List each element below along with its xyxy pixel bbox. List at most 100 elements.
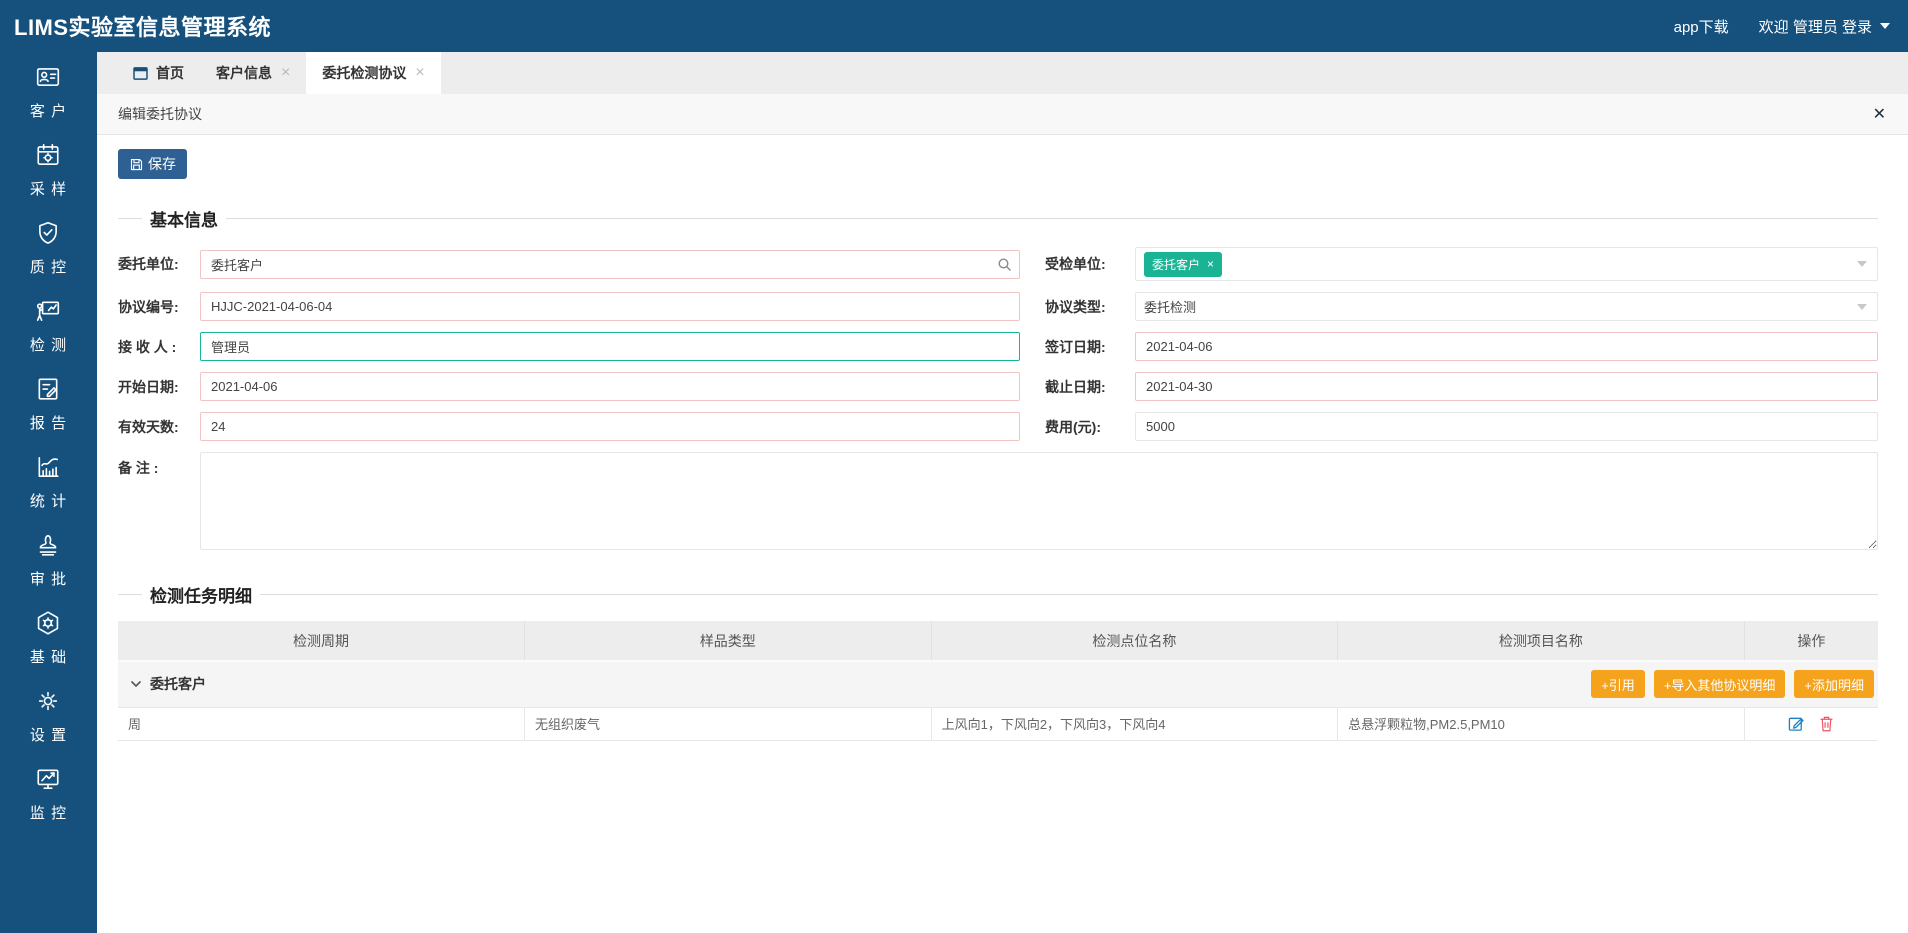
- column-header-point-names: 检测点位名称: [931, 621, 1338, 661]
- sidebar-item-label: 统 计: [30, 490, 67, 511]
- sidebar-item-label: 监 控: [30, 802, 67, 823]
- tab-close-icon[interactable]: ×: [415, 64, 424, 82]
- delete-icon[interactable]: [1818, 715, 1835, 732]
- sidebar-item-label: 报 告: [30, 412, 67, 433]
- agreement-no-input[interactable]: [200, 292, 1020, 321]
- section-basic-info: 基本信息: [118, 206, 1878, 231]
- sidebar-item-label: 设 置: [30, 724, 67, 745]
- testing-monitor-icon: [35, 298, 61, 329]
- sidebar: 客 户 采 样 质 控 检 测 报 告 统 计 审 批 基 础: [0, 52, 97, 933]
- start-date-input[interactable]: [200, 372, 1020, 401]
- sign-date-label: 签订日期:: [1045, 337, 1135, 357]
- floppy-icon: [129, 157, 144, 172]
- quality-shield-icon: [35, 220, 61, 251]
- client-unit-label: 委托单位:: [118, 254, 200, 274]
- end-date-input[interactable]: [1135, 372, 1878, 401]
- cell-point-names: 上风向1，下风向2，下风向3，下风向4: [931, 707, 1338, 740]
- receiver-input[interactable]: [200, 332, 1020, 361]
- sidebar-item-label: 检 测: [30, 334, 67, 355]
- start-date-label: 开始日期:: [118, 377, 200, 397]
- quote-button[interactable]: +引用: [1591, 670, 1645, 698]
- tab-label: 客户信息: [216, 63, 272, 83]
- dropdown-arrow-icon: [1857, 304, 1867, 315]
- client-unit-field: [200, 250, 1020, 279]
- tab-label: 委托检测协议: [322, 63, 406, 83]
- sidebar-item-testing[interactable]: 检 测: [30, 298, 67, 355]
- column-header-operations: 操作: [1744, 621, 1878, 661]
- column-header-sample-type: 样品类型: [525, 621, 932, 661]
- sidebar-item-label: 审 批: [30, 568, 67, 589]
- sidebar-item-settings[interactable]: 设 置: [30, 688, 67, 745]
- fee-input[interactable]: [1135, 412, 1878, 441]
- tab-home[interactable]: 首页: [117, 52, 200, 94]
- fee-field: [1135, 412, 1878, 441]
- remark-textarea[interactable]: [200, 452, 1878, 550]
- import-other-agreement-button[interactable]: +导入其他协议明细: [1654, 670, 1786, 698]
- caret-down-icon: [1880, 23, 1890, 34]
- agreement-no-field: [200, 292, 1020, 321]
- valid-days-input[interactable]: [200, 412, 1020, 441]
- sidebar-item-monitoring[interactable]: 监 控: [30, 766, 67, 823]
- sidebar-item-report[interactable]: 报 告: [30, 376, 67, 433]
- sidebar-item-basic[interactable]: 基 础: [30, 610, 67, 667]
- welcome-text: 欢迎 管理员 登录: [1759, 16, 1872, 37]
- search-icon[interactable]: [997, 257, 1013, 273]
- sidebar-item-label: 客 户: [30, 100, 67, 121]
- group-name: 委托客户: [150, 674, 206, 694]
- column-header-cycle: 检测周期: [118, 621, 525, 661]
- tab-close-icon[interactable]: ×: [281, 64, 290, 82]
- sidebar-item-quality[interactable]: 质 控: [30, 220, 67, 277]
- tab-bar: 首页 客户信息 × 委托检测协议 ×: [97, 52, 1908, 94]
- cell-cycle: 周: [118, 707, 525, 740]
- home-window-icon: [133, 67, 148, 80]
- group-row: 委托客户 +引用 +导入其他协议明细 +添加明细: [118, 661, 1878, 707]
- table-row: 周 无组织废气 上风向1，下风向2，下风向3，下风向4 总悬浮颗粒物,PM2.5…: [118, 707, 1878, 740]
- agreement-no-label: 协议编号:: [118, 297, 200, 317]
- receiver-field: [200, 332, 1020, 361]
- sampling-calendar-icon: [35, 142, 61, 173]
- table-header-row: 检测周期 样品类型 检测点位名称 检测项目名称 操作: [118, 621, 1878, 661]
- customer-card-icon: [35, 64, 61, 95]
- sidebar-item-sampling[interactable]: 采 样: [30, 142, 67, 199]
- agreement-type-select[interactable]: 委托检测: [1135, 292, 1878, 321]
- sidebar-item-statistics[interactable]: 统 计: [30, 454, 67, 511]
- monitoring-screen-icon: [35, 766, 61, 797]
- group-toggle[interactable]: 委托客户: [130, 674, 206, 694]
- receiver-label: 接 收 人 :: [118, 337, 200, 357]
- panel-title: 编辑委托协议: [118, 104, 202, 124]
- save-button[interactable]: 保存: [118, 149, 187, 179]
- start-date-field: [200, 372, 1020, 401]
- add-detail-button[interactable]: +添加明细: [1794, 670, 1874, 698]
- tag-remove-icon[interactable]: ×: [1207, 258, 1214, 270]
- sidebar-item-label: 采 样: [30, 178, 67, 199]
- main-area: 首页 客户信息 × 委托检测协议 × 编辑委托协议 ✕ 保存 基本信息: [97, 52, 1908, 933]
- app-download-link[interactable]: app下载: [1674, 16, 1729, 37]
- end-date-label: 截止日期:: [1045, 377, 1135, 397]
- client-unit-input[interactable]: [200, 250, 1020, 279]
- sign-date-input[interactable]: [1135, 332, 1878, 361]
- sidebar-item-customer[interactable]: 客 户: [30, 64, 67, 121]
- column-header-item-names: 检测项目名称: [1338, 621, 1745, 661]
- panel-close-icon[interactable]: ✕: [1873, 104, 1886, 124]
- task-detail-table: 检测周期 样品类型 检测点位名称 检测项目名称 操作 委托客: [118, 621, 1878, 741]
- tab-customer-info[interactable]: 客户信息 ×: [200, 52, 306, 94]
- sidebar-item-approval[interactable]: 审 批: [30, 532, 67, 589]
- tab-label: 首页: [156, 63, 184, 83]
- valid-days-field: [200, 412, 1020, 441]
- edit-icon[interactable]: [1788, 715, 1805, 732]
- top-header: LIMS实验室信息管理系统 app下载 欢迎 管理员 登录: [0, 0, 1908, 52]
- fee-label: 费用(元):: [1045, 417, 1135, 437]
- cell-item-names: 总悬浮颗粒物,PM2.5,PM10: [1338, 707, 1745, 740]
- inspected-unit-select[interactable]: 委托客户 ×: [1135, 247, 1878, 281]
- approval-stamp-icon: [35, 532, 61, 563]
- basic-data-icon: [35, 610, 61, 641]
- app-title: LIMS实验室信息管理系统: [14, 10, 271, 42]
- report-edit-icon: [35, 376, 61, 407]
- statistics-chart-icon: [35, 454, 61, 485]
- user-menu[interactable]: 欢迎 管理员 登录: [1759, 16, 1890, 37]
- cell-operations: [1744, 707, 1878, 740]
- remark-label: 备 注 :: [118, 458, 200, 478]
- sign-date-field: [1135, 332, 1878, 361]
- settings-gear-icon: [35, 688, 61, 719]
- tab-delegate-agreement[interactable]: 委托检测协议 ×: [306, 52, 440, 94]
